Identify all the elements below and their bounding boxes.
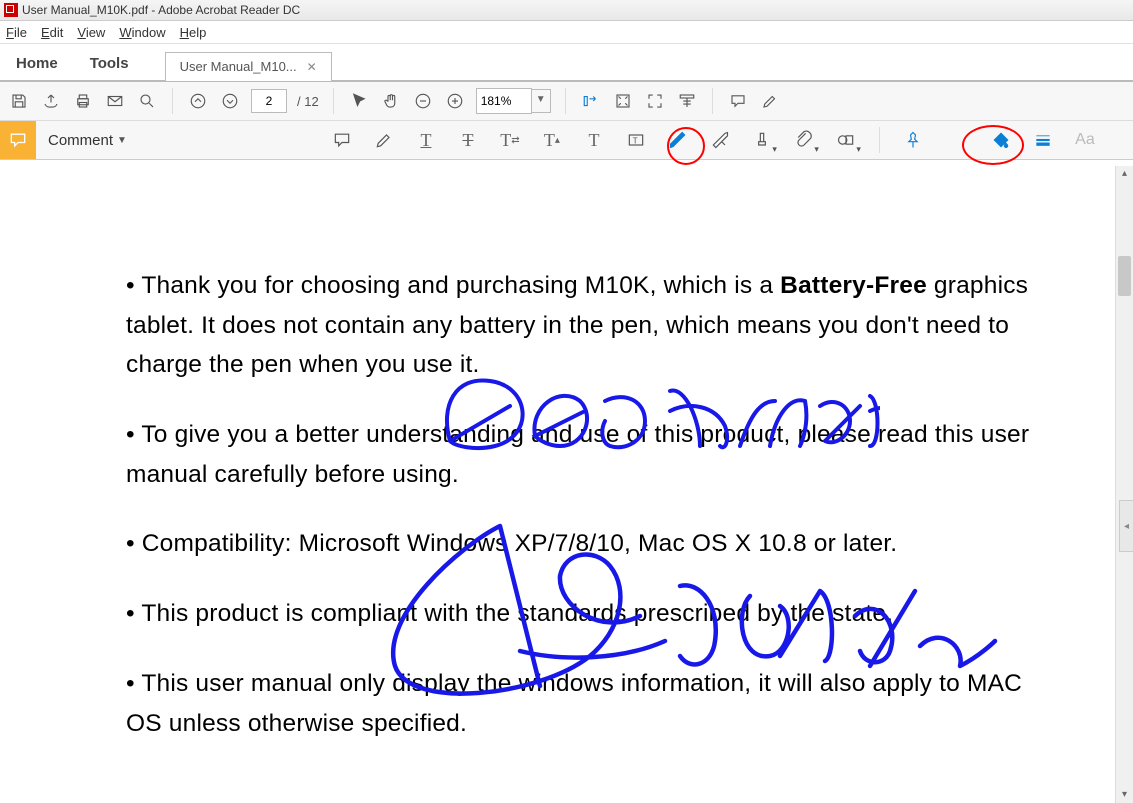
tab-close-icon[interactable]: ✕ <box>307 60 317 74</box>
page-number-input[interactable] <box>251 89 287 113</box>
menu-edit[interactable]: Edit <box>41 25 63 40</box>
zoom-select[interactable]: ▼ <box>476 88 551 114</box>
menu-help[interactable]: Help <box>180 25 207 40</box>
tab-document-label: User Manual_M10... <box>180 59 297 74</box>
tab-tools[interactable]: Tools <box>74 47 145 80</box>
drawing-tools-icon[interactable]: ▾ <box>833 127 859 153</box>
separator <box>172 88 173 114</box>
scroll-down-icon[interactable]: ▾ <box>1116 787 1133 803</box>
sticky-note-icon[interactable] <box>329 127 355 153</box>
fit-width-icon[interactable] <box>580 90 602 112</box>
draw-freeform-icon[interactable] <box>665 127 691 153</box>
stamp-icon[interactable]: ▾ <box>749 127 775 153</box>
text-properties-icon[interactable]: Aa <box>1072 127 1098 153</box>
tab-bar: Home Tools User Manual_M10... ✕ <box>0 44 1133 82</box>
comment-toolbar: Comment ▼ T T T⇄ T▴ T T ▾ ▾ ▾ Aa <box>0 121 1133 160</box>
text-box-icon[interactable]: T <box>623 127 649 153</box>
chevron-down-icon: ▼ <box>117 135 127 146</box>
separator <box>712 88 713 114</box>
highlight-icon[interactable] <box>371 127 397 153</box>
pin-icon[interactable] <box>900 127 926 153</box>
select-tool-icon[interactable] <box>348 90 370 112</box>
document-viewport[interactable]: • Thank you for choosing and purchasing … <box>0 166 1103 803</box>
read-mode-icon[interactable] <box>676 90 698 112</box>
add-text-icon[interactable]: T <box>581 127 607 153</box>
fill-color-icon[interactable] <box>988 127 1014 153</box>
attach-file-icon[interactable]: ▾ <box>791 127 817 153</box>
zoom-input[interactable] <box>476 88 532 114</box>
fullscreen-icon[interactable] <box>644 90 666 112</box>
comment-panel-tab[interactable] <box>0 121 36 159</box>
strikethrough-icon[interactable]: T <box>455 127 481 153</box>
vertical-scrollbar[interactable]: ▴ ▾ <box>1115 166 1133 803</box>
replace-text-icon[interactable]: T⇄ <box>497 127 523 153</box>
print-icon[interactable] <box>72 90 94 112</box>
zoom-in-icon[interactable] <box>444 90 466 112</box>
save-icon[interactable] <box>8 90 30 112</box>
separator <box>879 127 880 153</box>
line-thickness-icon[interactable] <box>1030 127 1056 153</box>
tab-home[interactable]: Home <box>0 47 74 80</box>
app-icon <box>4 3 18 17</box>
main-toolbar: / 12 ▼ <box>0 82 1133 121</box>
insert-text-icon[interactable]: T▴ <box>539 127 565 153</box>
separator <box>333 88 334 114</box>
erase-drawing-icon[interactable] <box>707 127 733 153</box>
svg-text:T: T <box>633 135 638 145</box>
comment-dropdown[interactable]: Comment ▼ <box>36 132 139 149</box>
pdf-page: • Thank you for choosing and purchasing … <box>0 166 1103 803</box>
highlight-pen-icon[interactable] <box>759 90 781 112</box>
scroll-up-icon[interactable]: ▴ <box>1116 166 1133 182</box>
menu-file[interactable]: File <box>6 25 27 40</box>
comment-label: Comment <box>48 132 113 149</box>
fit-page-icon[interactable] <box>612 90 634 112</box>
menu-bar: File Edit View Window Help <box>0 21 1133 44</box>
search-icon[interactable] <box>136 90 158 112</box>
hand-tool-icon[interactable] <box>380 90 402 112</box>
page-down-icon[interactable] <box>219 90 241 112</box>
underline-text-icon[interactable]: T <box>413 127 439 153</box>
page-total-label: / 12 <box>297 94 319 109</box>
cloud-icon[interactable] <box>40 90 62 112</box>
email-icon[interactable] <box>104 90 126 112</box>
zoom-dropdown-icon[interactable]: ▼ <box>532 89 551 113</box>
tab-document[interactable]: User Manual_M10... ✕ <box>165 52 332 81</box>
scroll-thumb[interactable] <box>1118 256 1131 296</box>
panel-expand-handle[interactable]: ◂ <box>1119 500 1133 552</box>
window-title: User Manual_M10K.pdf - Adobe Acrobat Rea… <box>22 3 300 17</box>
menu-window[interactable]: Window <box>119 25 165 40</box>
comment-bubble-icon[interactable] <box>727 90 749 112</box>
zoom-out-icon[interactable] <box>412 90 434 112</box>
page-up-icon[interactable] <box>187 90 209 112</box>
window-titlebar: User Manual_M10K.pdf - Adobe Acrobat Rea… <box>0 0 1133 21</box>
menu-view[interactable]: View <box>77 25 105 40</box>
page-content: • Thank you for choosing and purchasing … <box>126 266 1063 743</box>
separator <box>565 88 566 114</box>
